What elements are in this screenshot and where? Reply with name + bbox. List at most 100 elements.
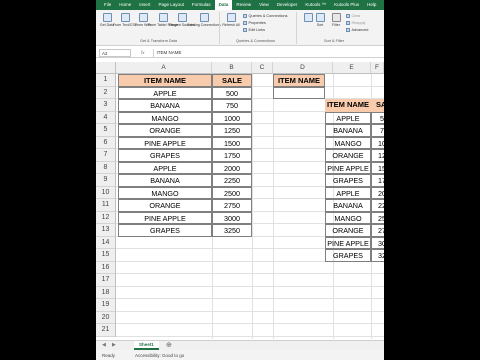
table-cell[interactable]: PINE APPLE [325,161,371,174]
ribbon-tab-kutools-plus[interactable]: Kutools Plus [330,0,363,10]
table-cell[interactable]: BANANA [118,99,212,112]
table-cell[interactable]: 2000 [371,186,384,199]
row-header[interactable]: 17 [96,274,116,287]
properties-button[interactable]: Properties [243,21,266,25]
sheet-tab[interactable]: Sheet1 [134,341,159,350]
table-cell[interactable]: 750 [371,124,384,137]
header-cell[interactable]: SALE [212,74,252,87]
advanced-filter-button[interactable]: Advanced [346,28,368,32]
table-cell[interactable]: PINE APPLE [325,236,371,249]
row-header[interactable]: 14 [96,236,116,249]
table-cell[interactable]: 2000 [212,161,252,174]
table-cell[interactable]: 2250 [212,174,252,187]
table-cell[interactable]: 1000 [212,111,252,124]
table-cell[interactable]: 750 [212,99,252,112]
table-cell[interactable]: ORANGE [325,224,371,237]
row-header[interactable]: 15 [96,249,116,262]
column-header[interactable]: C [252,62,273,74]
row-header[interactable]: 20 [96,311,116,324]
table-cell[interactable]: 1250 [212,124,252,137]
table-cell[interactable]: PINE APPLE [118,136,212,149]
lookup-input-cell[interactable] [273,86,325,99]
row-header[interactable]: 7 [96,149,116,162]
table-cell[interactable]: 1750 [212,149,252,162]
table-cell[interactable]: 2500 [371,211,384,224]
column-header[interactable]: E [333,62,371,74]
table-cell[interactable]: 3250 [212,224,252,237]
scroll-right-icon[interactable]: ▶ [112,342,116,348]
ribbon-tab-review[interactable]: Review [232,0,255,10]
row-header[interactable]: 18 [96,286,116,299]
table-cell[interactable]: ORANGE [325,149,371,162]
column-header[interactable]: D [273,62,333,74]
lookup-header-cell[interactable]: ITEM NAME [273,74,325,87]
existing-connections-button[interactable]: Existing Connections [187,13,221,27]
ribbon-tab-formulas[interactable]: Formulas [188,0,215,10]
row-header[interactable]: 16 [96,261,116,274]
table-cell[interactable]: MANGO [325,211,371,224]
row-header[interactable]: 5 [96,124,116,137]
edit-links-button[interactable]: Edit Links [243,28,265,32]
fx-icon[interactable]: fx [141,50,145,55]
row-header[interactable]: 2 [96,86,116,99]
row-header[interactable]: 9 [96,174,116,187]
table-cell[interactable]: MANGO [118,186,212,199]
row-header[interactable]: 11 [96,199,116,212]
column-header[interactable]: B [212,62,252,74]
table-cell[interactable]: APPLE [325,186,371,199]
ribbon-tab-file[interactable]: File [100,0,115,10]
refresh-all-button[interactable]: Refresh All [222,13,240,27]
row-header[interactable]: 6 [96,136,116,149]
table-cell[interactable]: 1500 [212,136,252,149]
table-cell[interactable]: APPLE [325,111,371,124]
column-header[interactable]: A [116,62,212,74]
header-cell[interactable]: ITEM NAME [325,99,371,112]
ribbon-tab-insert[interactable]: Insert [135,0,154,10]
table-cell[interactable]: BANANA [325,199,371,212]
ribbon-tab-home[interactable]: Home [115,0,135,10]
table-cell[interactable]: APPLE [118,86,212,99]
table-cell[interactable]: GRAPES [325,249,371,262]
ribbon-tab-help[interactable]: Help [363,0,380,10]
clear-filter-button[interactable]: Clear [346,14,361,18]
add-sheet-icon[interactable]: ⊕ [166,341,172,350]
table-cell[interactable]: GRAPES [325,174,371,187]
ribbon-tab-page-layout[interactable]: Page Layout [155,0,188,10]
accessibility-status[interactable]: Accessibility: Good to go [135,353,184,358]
row-header[interactable]: 10 [96,186,116,199]
ribbon-tab-data[interactable]: Data [214,0,233,10]
row-header[interactable]: 1 [96,74,116,87]
table-cell[interactable]: 2750 [371,224,384,237]
row-header[interactable]: 21 [96,324,116,337]
row-header[interactable]: 4 [96,111,116,124]
sort-button[interactable]: Sort [312,13,328,27]
table-cell[interactable]: 3250 [371,249,384,262]
table-cell[interactable]: GRAPES [118,224,212,237]
table-cell[interactable]: 1000 [371,136,384,149]
formula-input[interactable]: ITEM NAME [152,48,182,57]
table-cell[interactable]: 1750 [371,174,384,187]
filter-button[interactable]: Filter [328,13,344,27]
table-cell[interactable]: ORANGE [118,124,212,137]
from-text-csv-button[interactable]: From Text/CSV [113,13,137,27]
table-cell[interactable]: 500 [212,86,252,99]
row-header[interactable]: 19 [96,299,116,312]
table-cell[interactable]: 2250 [371,199,384,212]
name-box[interactable]: A2 [99,48,131,57]
table-cell[interactable]: APPLE [118,161,212,174]
table-cell[interactable]: 1500 [371,161,384,174]
table-cell[interactable]: 3000 [212,211,252,224]
ribbon-tab-developer[interactable]: Developer [273,0,302,10]
table-cell[interactable]: BANANA [118,174,212,187]
row-header[interactable]: 12 [96,211,116,224]
row-header[interactable]: 8 [96,161,116,174]
table-cell[interactable]: 1250 [371,149,384,162]
table-cell[interactable]: 3000 [371,236,384,249]
reapply-button[interactable]: Reapply [346,21,365,25]
row-header[interactable]: 13 [96,224,116,237]
table-cell[interactable]: MANGO [118,111,212,124]
table-cell[interactable]: ORANGE [118,199,212,212]
ribbon-tab-kutools[interactable]: Kutools ™ [301,0,330,10]
table-cell[interactable]: 2500 [212,186,252,199]
select-all-corner[interactable] [96,62,116,74]
